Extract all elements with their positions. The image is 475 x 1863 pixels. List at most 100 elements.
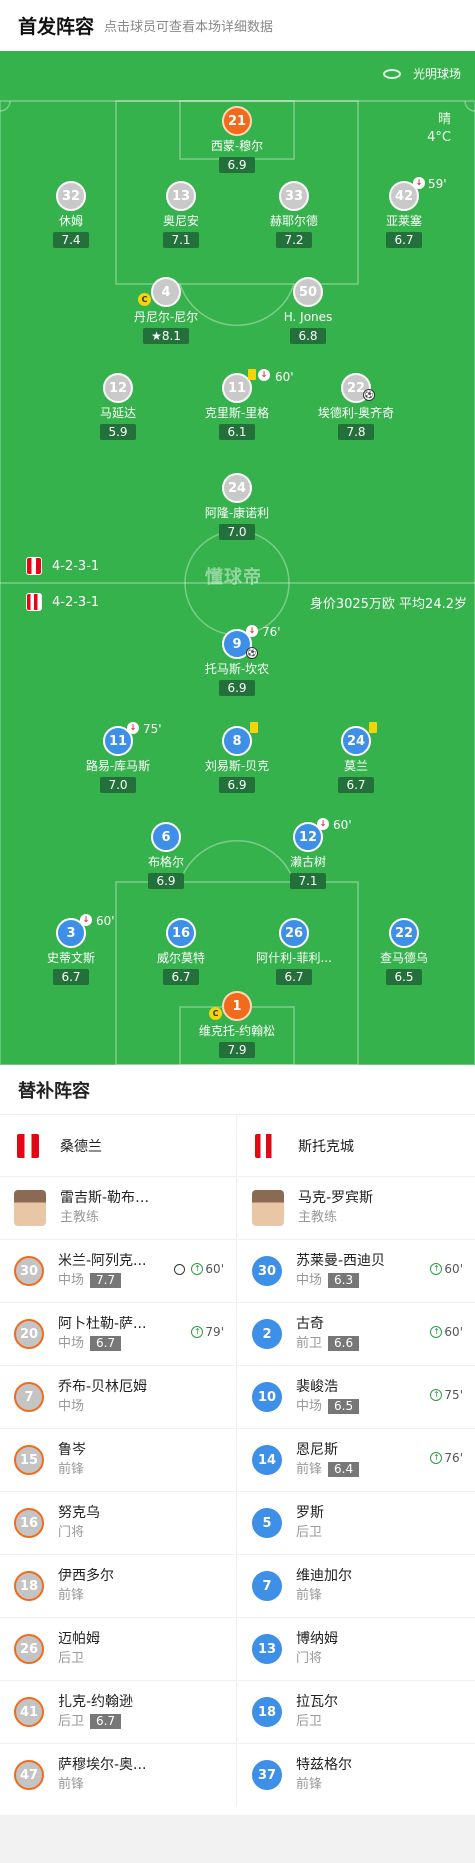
sub-time: 60' <box>205 1262 224 1276</box>
player-name: 乔布-贝林厄姆 <box>58 1379 148 1395</box>
player-position: 中场 <box>58 1336 85 1351</box>
yellow-card-icon <box>248 369 256 380</box>
sub-player-row[interactable]: 7 维迪加尔 前锋 <box>238 1554 475 1617</box>
sub-player-row[interactable]: 13 博纳姆 门将 <box>238 1617 475 1680</box>
sub-player-row[interactable]: 5 罗斯 后卫 <box>238 1491 475 1554</box>
player-rating-box: ★8.1 <box>143 328 189 344</box>
sub-time: 60' <box>96 914 115 928</box>
stoke-crest-icon <box>254 1133 278 1159</box>
player-number: 10 <box>252 1382 282 1412</box>
sunderland-crest-icon <box>16 1133 40 1159</box>
player-name: 路易-库马斯 <box>85 759 151 773</box>
player-rating: 6.9 <box>219 680 255 696</box>
sub-off-icon: ↓ <box>413 177 425 189</box>
sub-player-row[interactable]: 37 特兹格尔 前锋 <box>238 1743 475 1806</box>
player-rating: 6.8 <box>290 328 326 344</box>
player-number: 16 <box>171 925 191 941</box>
home-team-row[interactable]: 桑德兰 <box>0 1116 236 1176</box>
player-rating: 7.0 <box>100 777 136 793</box>
player-away-5[interactable]: 6 布格尔 6.9 <box>111 822 221 889</box>
player-position-line: 中场 6.3 <box>296 1271 385 1291</box>
player-away-4[interactable]: 24 莫兰 6.7 <box>301 722 411 793</box>
player-number: 5 <box>252 1508 282 1538</box>
player-name: 马延达 <box>99 406 136 420</box>
player-number: 7 <box>252 1571 282 1601</box>
player-position: 前锋 <box>58 1777 85 1792</box>
sub-player-row[interactable]: 18 拉瓦尔 后卫 <box>238 1680 475 1743</box>
sub-player-row[interactable]: 30 米兰-阿列克... 中场 7.7 ↑ 60' <box>0 1239 236 1302</box>
player-home-4[interactable]: 33 赫耶尔德 7.2 <box>239 181 349 248</box>
sub-player-row[interactable]: 18 伊西多尔 前锋 <box>0 1554 236 1617</box>
weather-condition: 晴 <box>437 112 451 127</box>
sub-player-row[interactable]: 7 乔布-贝林厄姆 中场 <box>0 1365 236 1428</box>
player-name: 伊西多尔 <box>58 1568 114 1584</box>
player-home-6[interactable]: 4 C 丹尼尔-尼尔 ★8.1 <box>111 277 221 344</box>
player-home-11[interactable]: 24 阿隆-康诺利 7.0 <box>182 473 292 540</box>
player-number: 50 <box>298 284 318 300</box>
player-position: 中场 <box>58 1273 85 1288</box>
goal-icon: ⚽ <box>246 647 258 659</box>
player-home-1[interactable]: 21 西蒙-穆尔 6.9 <box>182 106 292 173</box>
sub-player-row[interactable]: 20 阿卜杜勒-萨... 中场 6.7 ↑ 79' <box>0 1302 236 1365</box>
sub-player-row[interactable]: 16 努克乌 门将 <box>0 1491 236 1554</box>
player-name: 拉瓦尔 <box>296 1694 338 1710</box>
player-number: 4 <box>161 284 171 300</box>
player-rating: 7.1 <box>163 232 199 248</box>
player-home-8[interactable]: 12 马延达 5.9 <box>63 373 173 440</box>
player-position: 前卫 <box>296 1336 323 1351</box>
player-away-6[interactable]: 12 ↓ 濑古树 7.1 <box>253 818 363 889</box>
sub-player-row[interactable]: 47 萨穆埃尔-奥... 前锋 <box>0 1743 236 1806</box>
page-header: 首发阵容 点击球员可查看本场详细数据 <box>0 0 475 51</box>
player-away-7[interactable]: 3 ↓ 史蒂文斯 6.7 <box>16 914 126 985</box>
player-position-line: 前锋 <box>58 1460 86 1480</box>
player-away-1[interactable]: 9 ↓ ⚽ 托马斯-坎农 6.9 <box>182 625 292 696</box>
player-name: 丹尼尔-尼尔 <box>133 310 199 324</box>
player-home-5[interactable]: 42 ↓ 亚莱塞 6.7 <box>349 177 459 248</box>
player-home-7[interactable]: 50 H. Jones 6.8 <box>253 277 363 344</box>
player-away-2[interactable]: 11 ↓ 路易-库马斯 7.0 <box>63 722 173 793</box>
player-number: 15 <box>14 1445 44 1475</box>
player-rating: 6.7 <box>163 969 199 985</box>
away-coach-row[interactable]: 马克-罗宾斯 主教练 <box>238 1176 475 1239</box>
player-number: 13 <box>252 1634 282 1664</box>
coach-role: 主教练 <box>60 1210 100 1225</box>
player-home-10[interactable]: 22 ⚽ 埃德利-奥齐奇 7.8 <box>301 373 411 440</box>
weather: 晴 4°C <box>427 111 451 147</box>
player-home-3[interactable]: 13 奥尼安 7.1 <box>126 181 236 248</box>
player-position: 前锋 <box>296 1462 323 1477</box>
sub-player-row[interactable]: 41 扎克-约翰逊 后卫 6.7 <box>0 1680 236 1743</box>
player-away-8[interactable]: 16 威尔莫特 6.7 <box>126 918 236 985</box>
player-info: 鲁岑 前锋 <box>58 1440 86 1480</box>
player-rating: 7.9 <box>219 1042 255 1058</box>
sub-player-row[interactable]: 15 鲁岑 前锋 <box>0 1428 236 1491</box>
player-position-line: 中场 6.5 <box>296 1397 360 1417</box>
away-team-row[interactable]: 斯托克城 <box>238 1116 475 1176</box>
player-home-2[interactable]: 32 休姆 7.4 <box>16 181 126 248</box>
sub-player-row[interactable]: 14 恩尼斯 前锋 6.4 ↑ 76' <box>238 1428 475 1491</box>
player-number: 12 <box>108 380 128 396</box>
player-number: 1 <box>232 998 242 1014</box>
sub-player-row[interactable]: 2 古奇 前卫 6.6 ↑ 60' <box>238 1302 475 1365</box>
player-name: 威尔莫特 <box>156 951 205 965</box>
coach-role: 主教练 <box>298 1210 338 1225</box>
home-coach-row[interactable]: 雷吉斯-勒布里斯 主教练 <box>0 1176 236 1239</box>
player-number: 18 <box>252 1697 282 1727</box>
player-info: 阿卜杜勒-萨... 中场 6.7 <box>58 1314 146 1354</box>
sub-event: ↑ 60' <box>430 1262 463 1276</box>
player-rating: 6.1 <box>219 424 255 440</box>
player-name: 古奇 <box>296 1316 324 1332</box>
player-away-9[interactable]: 26 阿什利-菲利... 6.7 <box>239 918 349 985</box>
sub-player-row[interactable]: 10 裴峻浩 中场 6.5 ↑ 75' <box>238 1365 475 1428</box>
away-formation-label: 4-2-3-1 <box>52 594 100 610</box>
yellow-card-icon <box>369 722 377 733</box>
player-away-11[interactable]: 1 C 维克托-约翰松 7.9 <box>182 991 292 1058</box>
player-number: 32 <box>61 188 81 204</box>
player-away-10[interactable]: 22 查马德乌 6.5 <box>349 918 459 985</box>
player-name: H. Jones <box>283 310 333 324</box>
player-name: 维迪加尔 <box>296 1568 352 1584</box>
player-name: 萨穆埃尔-奥... <box>58 1757 147 1773</box>
sub-player-row[interactable]: 26 迈帕姆 后卫 <box>0 1617 236 1680</box>
sub-player-row[interactable]: 30 苏莱曼-西迪贝 中场 6.3 ↑ 60' <box>238 1239 475 1302</box>
home-formation-label: 4-2-3-1 <box>52 558 100 574</box>
player-away-3[interactable]: 8 刘易斯-贝克 6.9 <box>182 722 292 793</box>
